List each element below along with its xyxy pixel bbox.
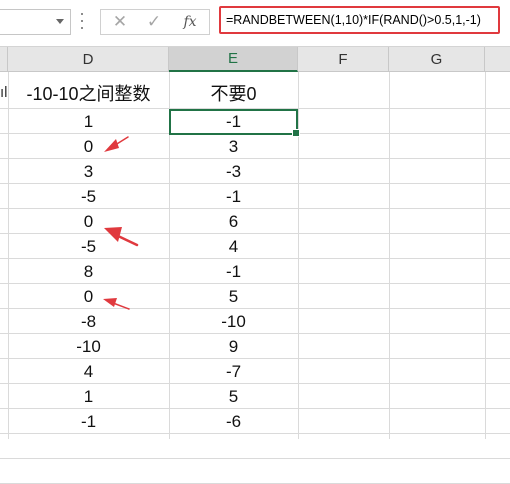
table-cell-e[interactable]: -10 [169,309,298,334]
name-box[interactable] [0,9,71,35]
table-cell-d[interactable]: 0 [8,209,169,234]
column-header-d[interactable]: D [8,47,169,72]
table-cell-d[interactable]: 8 [8,259,169,284]
formula-bar: ✕ ✓ fx =RANDBETWEEN(1,10)*IF(RAND()>0.5,… [0,0,510,47]
table-cell-d[interactable]: -5 [8,184,169,209]
fill-handle[interactable] [292,129,300,137]
table-cell-d[interactable]: 1 [8,109,169,134]
table-cell-e[interactable]: -6 [169,409,298,434]
table-cell-d[interactable]: 0 [8,134,169,159]
table-cell-d[interactable]: -1 [8,409,169,434]
table-cell-e[interactable]: -1 [169,259,298,284]
formula-input[interactable]: =RANDBETWEEN(1,10)*IF(RAND()>0.5,1,-1) [219,6,500,34]
column-header-stub [0,47,8,72]
insert-function-icon[interactable]: fx [173,10,207,34]
column-header-f[interactable]: F [298,47,389,72]
table-cell-e[interactable]: 5 [169,384,298,409]
worksheet-grid[interactable]: ıl -10-10之间整数 不要0 1 -1 0 3 3 -3 -5 -1 0 6 -5 4 8 -1 0 5… [0,72,510,484]
formula-buttons: ✕ ✓ fx [100,9,210,35]
table-cell-e[interactable]: 6 [169,209,298,234]
table-cell-d[interactable]: -10 [8,334,169,359]
table-cell-e[interactable]: 3 [169,134,298,159]
table-cell-e[interactable]: -7 [169,359,298,384]
cell-d1[interactable]: -10-10之间整数 [8,80,169,105]
grid-line [0,458,510,459]
table-cell-d[interactable]: 1 [8,384,169,409]
active-cell-selection[interactable] [169,109,300,137]
table-cell-e[interactable]: -1 [169,184,298,209]
table-cell-d[interactable]: -5 [8,234,169,259]
table-cell-e[interactable]: 4 [169,234,298,259]
column-header-g[interactable]: G [389,47,485,72]
cell-e1[interactable]: 不要0 [169,80,298,105]
table-cell-d[interactable]: 4 [8,359,169,384]
column-header-next[interactable] [485,47,510,72]
chevron-down-icon[interactable] [56,19,64,24]
drag-handle-icon[interactable] [80,13,84,29]
partial-cell-text: ıl [0,84,8,101]
table-cell-e[interactable]: 9 [169,334,298,359]
table-cell-d[interactable]: 3 [8,159,169,184]
table-cell-e[interactable]: 5 [169,284,298,309]
column-header-e[interactable]: E [169,47,298,72]
enter-icon[interactable]: ✓ [137,10,171,34]
table-cell-e[interactable]: -3 [169,159,298,184]
cancel-icon[interactable]: ✕ [103,10,137,34]
table-cell-d[interactable]: 0 [8,284,169,309]
table-cell-d[interactable]: -8 [8,309,169,334]
